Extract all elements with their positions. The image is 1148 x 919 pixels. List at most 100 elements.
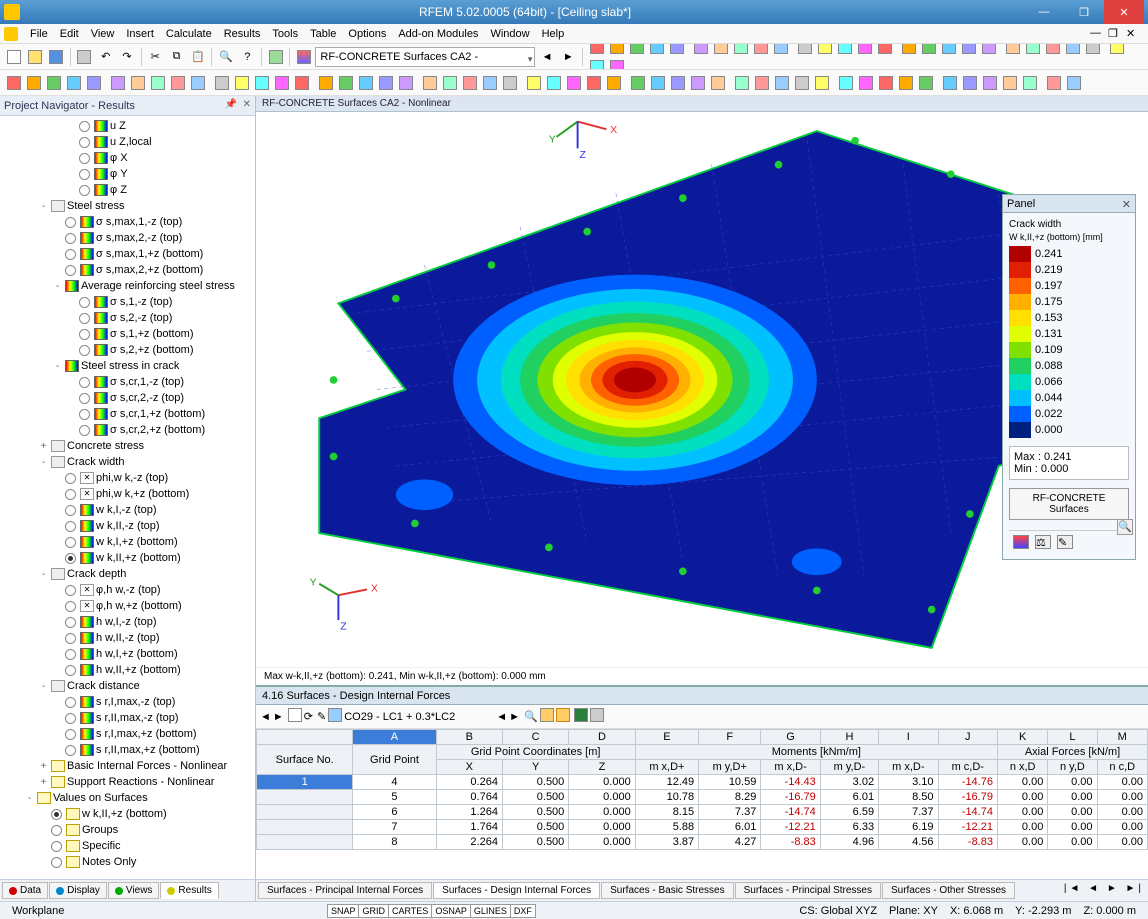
grid-cell[interactable]: 8.29: [699, 790, 761, 805]
grid-col-I[interactable]: I: [879, 730, 938, 745]
grid-cell[interactable]: 7.37: [699, 805, 761, 820]
toolbar2-icon-23[interactable]: [480, 73, 500, 93]
grid-col-F[interactable]: F: [699, 730, 761, 745]
grid-col-D[interactable]: D: [569, 730, 635, 745]
grid-cell[interactable]: 0.00: [997, 835, 1047, 850]
snap-dxf[interactable]: DXF: [510, 904, 536, 918]
grid-cell[interactable]: 8: [353, 835, 436, 850]
toolbar2-icon-47[interactable]: [980, 73, 1000, 93]
toolbar2-icon-9[interactable]: [188, 73, 208, 93]
tree-radio-27[interactable]: [65, 553, 76, 564]
tree-radio-8[interactable]: [65, 249, 76, 260]
cut-icon[interactable]: ✂: [146, 47, 165, 67]
tree-item-14[interactable]: σ s,2,+z (bottom): [2, 342, 255, 358]
tree-item-12[interactable]: σ s,2,-z (top): [2, 310, 255, 326]
grid-cell[interactable]: 0.00: [997, 790, 1047, 805]
menu-file[interactable]: File: [24, 26, 54, 42]
legend-close-icon[interactable]: ✕: [1122, 196, 1131, 214]
grid-cell[interactable]: 0.00: [1048, 775, 1097, 790]
toolbar2-icon-0[interactable]: [4, 73, 24, 93]
grid-cell[interactable]: -14.74: [938, 805, 997, 820]
grid-col-blank[interactable]: [257, 730, 353, 745]
toolbar2-icon-25[interactable]: [524, 73, 544, 93]
toolbar1-icon-23[interactable]: [1063, 44, 1083, 57]
toolbar2-icon-39[interactable]: [812, 73, 832, 93]
tree-radio-37[interactable]: [65, 713, 76, 724]
results-highlight-icon[interactable]: [556, 708, 570, 725]
tree-radio-33[interactable]: [65, 649, 76, 660]
toolbar1-icon-1[interactable]: [607, 44, 627, 57]
tree-item-42[interactable]: - Values on Surfaces: [2, 790, 255, 806]
tree-item-13[interactable]: σ s,1,+z (bottom): [2, 326, 255, 342]
grid-cell[interactable]: 1.264: [436, 805, 502, 820]
tree-item-9[interactable]: σ s,max,2,+z (bottom): [2, 262, 255, 278]
tree-radio-31[interactable]: [65, 617, 76, 628]
grid-cell[interactable]: -14.74: [761, 805, 820, 820]
tree-item-35[interactable]: - Crack distance: [2, 678, 255, 694]
toolbar2-icon-46[interactable]: [960, 73, 980, 93]
module-icon[interactable]: [294, 47, 313, 67]
tree-radio-22[interactable]: [65, 473, 76, 484]
tree-item-45[interactable]: Specific: [2, 838, 255, 854]
menu-view[interactable]: View: [85, 26, 121, 42]
tree-item-20[interactable]: + Concrete stress: [2, 438, 255, 454]
legend-panel[interactable]: Panel ✕ Crack width W k,II,+z (bottom) […: [1002, 194, 1136, 560]
tree-radio-9[interactable]: [65, 265, 76, 276]
menu-add-on-modules[interactable]: Add-on Modules: [392, 26, 484, 42]
paste-icon[interactable]: 📋: [188, 47, 207, 67]
tree-item-4[interactable]: φ Z: [2, 182, 255, 198]
toolbar2-icon-16[interactable]: [336, 73, 356, 93]
grid-cell[interactable]: -16.79: [938, 790, 997, 805]
toolbar2-icon-6[interactable]: [128, 73, 148, 93]
tree-expander-28[interactable]: -: [38, 569, 49, 580]
toolbar1-icon-10[interactable]: [795, 44, 815, 57]
results-loadcase-combo[interactable]: CO29 - LC1 + 0.3*LC2: [344, 711, 494, 723]
tree-radio-30[interactable]: [65, 601, 76, 612]
grid-cell[interactable]: 0.000: [569, 835, 635, 850]
grid-subcol[interactable]: n y,D: [1048, 760, 1097, 775]
print-icon[interactable]: [75, 47, 94, 67]
mdi-minimize-icon[interactable]: —: [1090, 27, 1104, 41]
tree-item-15[interactable]: - Steel stress in crack: [2, 358, 255, 374]
mdi-restore-icon[interactable]: ❐: [1108, 27, 1122, 41]
toolbar2-icon-28[interactable]: [584, 73, 604, 93]
grid-hdr-coord[interactable]: Grid Point Coordinates [m]: [436, 745, 635, 760]
tree-radio-45[interactable]: [51, 841, 62, 852]
grid-hdr-moments[interactable]: Moments [kNm/m]: [635, 745, 997, 760]
tree-radio-0[interactable]: [79, 121, 90, 132]
grid-cell[interactable]: 12.49: [635, 775, 698, 790]
grid-cell[interactable]: 6.59: [820, 805, 878, 820]
tree-radio-24[interactable]: [65, 505, 76, 516]
redo-icon[interactable]: ↷: [117, 47, 136, 67]
grid-cell[interactable]: 0.500: [502, 775, 568, 790]
results-print-icon[interactable]: [590, 708, 604, 725]
grid-cell[interactable]: 7: [353, 820, 436, 835]
grid-cell[interactable]: 3.87: [635, 835, 698, 850]
grid-hdr-gridpt[interactable]: Grid Point: [353, 745, 436, 775]
loadcase-combo[interactable]: RF-CONCRETE Surfaces CA2 - Nonlinear: [315, 47, 535, 67]
tree-item-34[interactable]: h w,II,+z (bottom): [2, 662, 255, 678]
tree-item-28[interactable]: - Crack depth: [2, 566, 255, 582]
toolbar2-icon-5[interactable]: [108, 73, 128, 93]
grid-cell[interactable]: 0.000: [569, 820, 635, 835]
grid-hdr-surface[interactable]: Surface No.: [257, 745, 353, 775]
menu-table[interactable]: Table: [304, 26, 342, 42]
tree-item-36[interactable]: s r,I,max,-z (top): [2, 694, 255, 710]
grid-cell[interactable]: 4.96: [820, 835, 878, 850]
grid-cell[interactable]: -8.83: [938, 835, 997, 850]
tree-expander-21[interactable]: -: [38, 457, 49, 468]
grid-subcol[interactable]: n x,D: [997, 760, 1047, 775]
grid-cell[interactable]: 10.59: [699, 775, 761, 790]
grid-cell[interactable]: 7.37: [879, 805, 938, 820]
results-edit-icon[interactable]: ✎: [317, 710, 326, 723]
tree-radio-32[interactable]: [65, 633, 76, 644]
toolbar2-icon-43[interactable]: [896, 73, 916, 93]
tree-radio-36[interactable]: [65, 697, 76, 708]
tree-radio-34[interactable]: [65, 665, 76, 676]
next-case-icon[interactable]: ►: [559, 47, 578, 67]
tree-expander-10[interactable]: -: [52, 281, 63, 292]
toolbar1-icon-22[interactable]: [1043, 44, 1063, 57]
grid-col-B[interactable]: B: [436, 730, 502, 745]
toolbar2-icon-19[interactable]: [396, 73, 416, 93]
grid-cell[interactable]: 0.00: [997, 775, 1047, 790]
